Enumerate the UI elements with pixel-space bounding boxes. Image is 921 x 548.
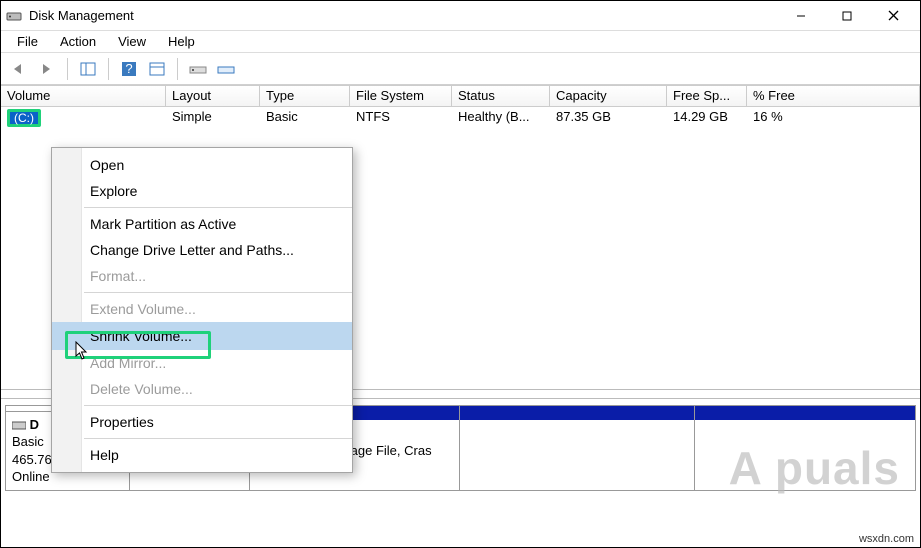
ctx-separator [84,207,352,208]
volume-stripe [695,406,915,420]
ctx-delete-volume[interactable]: Delete Volume... [52,376,352,402]
ctx-extend-volume[interactable]: Extend Volume... [52,296,352,322]
ctx-help[interactable]: Help [52,442,352,468]
cell-percent-free: 16 % [747,107,920,129]
volume-table-header: Volume Layout Type File System Status Ca… [1,85,920,107]
col-free-space[interactable]: Free Sp... [667,86,747,106]
back-button[interactable] [7,57,31,81]
cell-free-space: 14.29 GB [667,107,747,129]
ctx-add-mirror[interactable]: Add Mirror... [52,350,352,376]
show-hide-console-tree-icon[interactable] [76,57,100,81]
watermark-logo: A puals [729,441,900,495]
context-menu: Open Explore Mark Partition as Active Ch… [51,147,353,473]
help-icon[interactable]: ? [117,57,141,81]
window-title: Disk Management [29,8,778,23]
ctx-format[interactable]: Format... [52,263,352,289]
disk-icon [12,417,30,432]
menu-view[interactable]: View [108,32,156,51]
drive-c-badge[interactable]: (C:) [7,109,41,127]
disk-status: Online [12,469,50,484]
maximize-button[interactable] [824,1,870,31]
cell-filesystem: NTFS [350,107,452,129]
toolbar-separator [67,58,68,80]
toolbar-separator [177,58,178,80]
menu-file[interactable]: File [7,32,48,51]
menu-help[interactable]: Help [158,32,205,51]
disk-name: D [30,417,39,432]
col-capacity[interactable]: Capacity [550,86,667,106]
cell-status: Healthy (B... [452,107,550,129]
col-filesystem[interactable]: File System [350,86,452,106]
disk-management-icon [5,7,23,25]
table-row[interactable]: (C:) Simple Basic NTFS Healthy (B... 87.… [1,107,920,129]
cell-volume: (C:) [1,107,166,129]
ctx-open[interactable]: Open [52,152,352,178]
menu-action[interactable]: Action [50,32,106,51]
ctx-explore[interactable]: Explore [52,178,352,204]
menubar: File Action View Help [1,31,920,53]
ctx-change-drive-letter[interactable]: Change Drive Letter and Paths... [52,237,352,263]
volume-stripe [460,406,694,420]
volume-box-3[interactable] [460,406,695,490]
ctx-properties[interactable]: Properties [52,409,352,435]
forward-button[interactable] [35,57,59,81]
toolbar-separator [108,58,109,80]
col-layout[interactable]: Layout [166,86,260,106]
ctx-separator [84,405,352,406]
cell-layout: Simple [166,107,260,129]
titlebar: Disk Management [1,1,920,31]
col-volume[interactable]: Volume [1,86,166,106]
toolbar-icon[interactable] [214,57,238,81]
source-note: wsxdn.com [859,533,914,545]
col-type[interactable]: Type [260,86,350,106]
close-button[interactable] [870,1,916,31]
toolbar: ? [1,53,920,85]
minimize-button[interactable] [778,1,824,31]
toolbar-icon[interactable] [186,57,210,81]
cell-type: Basic [260,107,350,129]
ctx-separator [84,292,352,293]
toolbar-icon[interactable] [145,57,169,81]
col-status[interactable]: Status [452,86,550,106]
ctx-mark-active[interactable]: Mark Partition as Active [52,211,352,237]
disk-type: Basic [12,434,44,449]
ctx-separator [84,438,352,439]
col-percent-free[interactable]: % Free [747,86,920,106]
ctx-shrink-volume[interactable]: Shrink Volume... [52,322,352,350]
cell-capacity: 87.35 GB [550,107,667,129]
svg-text:?: ? [125,61,132,76]
